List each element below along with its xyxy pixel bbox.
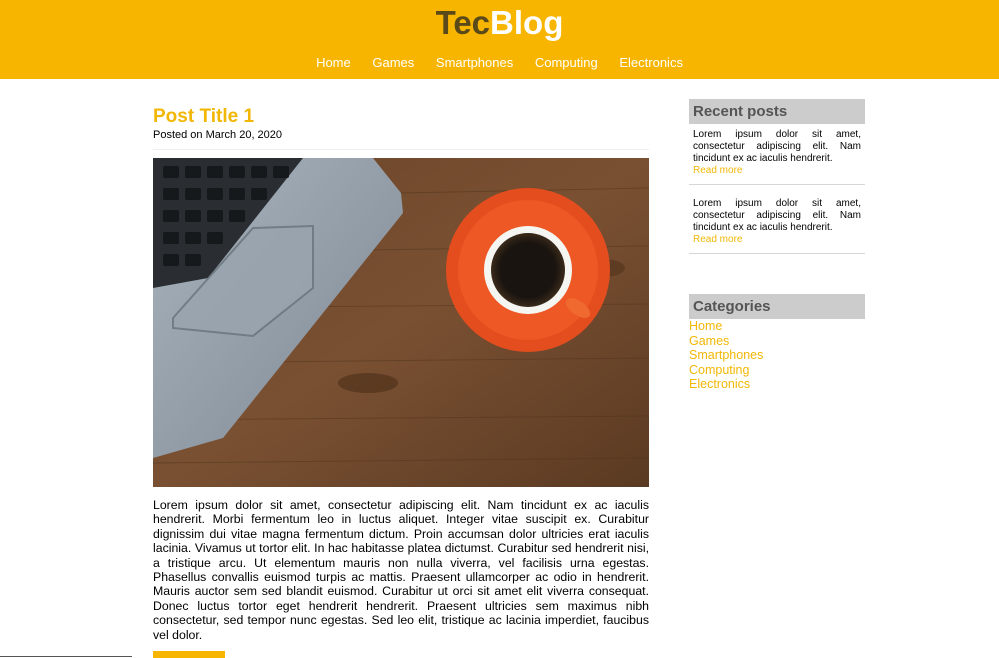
- recent-post-item: Lorem ipsum dolor sit amet, consectetur …: [689, 129, 865, 177]
- page-bottom-divider: [0, 656, 132, 657]
- category-games[interactable]: Games: [689, 334, 865, 349]
- category-computing[interactable]: Computing: [689, 363, 865, 378]
- post-title[interactable]: Post Title 1: [153, 106, 254, 128]
- nav-computing[interactable]: Computing: [535, 55, 598, 70]
- laptop-coffee-illustration: [153, 158, 649, 487]
- recent-posts-heading: Recent posts: [689, 99, 865, 124]
- categories-list: Home Games Smartphones Computing Electro…: [689, 319, 865, 392]
- main-nav: Home Games Smartphones Computing Electro…: [0, 55, 999, 70]
- read-more-button[interactable]: [153, 651, 225, 658]
- category-electronics[interactable]: Electronics: [689, 377, 865, 392]
- post-image: [153, 158, 649, 487]
- recent-post-divider: [689, 184, 865, 185]
- site-logo[interactable]: TecBlog: [0, 4, 999, 42]
- category-home[interactable]: Home: [689, 319, 865, 334]
- recent-post-read-more[interactable]: Read more: [689, 165, 865, 177]
- logo-blog: Blog: [490, 4, 564, 41]
- logo-tec: Tec: [435, 4, 491, 41]
- nav-smartphones[interactable]: Smartphones: [436, 55, 513, 70]
- nav-electronics[interactable]: Electronics: [619, 55, 683, 70]
- recent-post-item: Lorem ipsum dolor sit amet, consectetur …: [689, 198, 865, 246]
- recent-post-excerpt: Lorem ipsum dolor sit amet, consectetur …: [693, 129, 861, 164]
- post-date: Posted on March 20, 2020: [153, 129, 283, 141]
- nav-home[interactable]: Home: [316, 55, 351, 70]
- recent-post-excerpt: Lorem ipsum dolor sit amet, consectetur …: [693, 198, 861, 233]
- recent-post-divider: [689, 253, 865, 254]
- site-header: TecBlog Home Games Smartphones Computing…: [0, 0, 999, 79]
- categories-heading: Categories: [689, 294, 865, 319]
- post-body: Lorem ipsum dolor sit amet, consectetur …: [153, 498, 649, 642]
- post-divider: [153, 149, 649, 150]
- recent-post-read-more[interactable]: Read more: [689, 234, 865, 246]
- nav-games[interactable]: Games: [372, 55, 414, 70]
- category-smartphones[interactable]: Smartphones: [689, 348, 865, 363]
